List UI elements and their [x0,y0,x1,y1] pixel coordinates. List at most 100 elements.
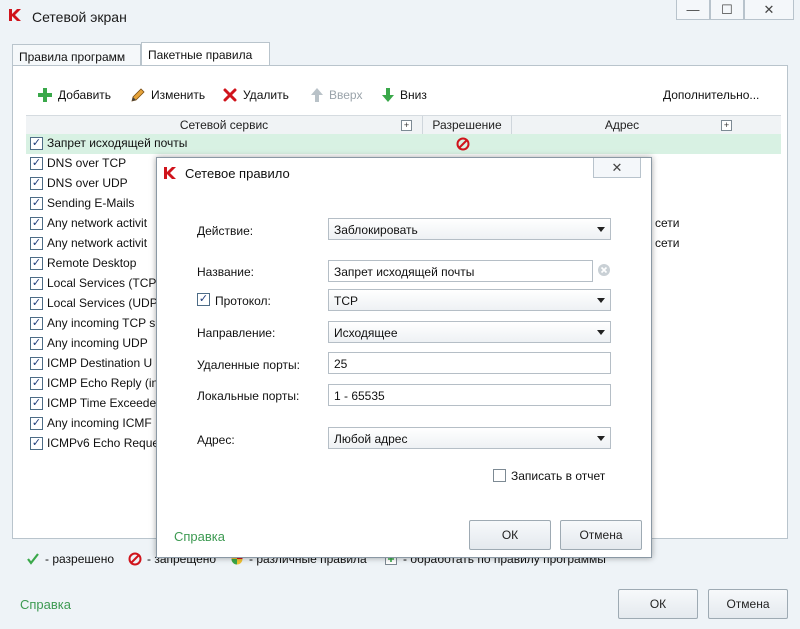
help-link[interactable]: Справка [20,597,71,612]
move-down-label: Вниз [400,88,427,102]
tab-program-rules[interactable]: Правила программ [12,44,141,66]
column-address[interactable]: Адрес [512,116,732,134]
row-label: Запрет исходящей почты [47,136,188,150]
row-label: Local Services (UDP [47,296,158,310]
protocol-value: TCP [334,294,358,308]
delete-button[interactable]: Удалить [222,86,289,104]
row-checkbox[interactable]: ✓ [30,317,43,330]
row-checkbox[interactable]: ✓ [30,297,43,310]
row-label: DNS over TCP [47,156,127,170]
protocol-checkbox[interactable]: ✓ [197,293,210,306]
row-checkbox[interactable]: ✓ [30,257,43,270]
close-icon: ✕ [763,1,775,17]
maximize-icon: ☐ [721,1,733,17]
dialog-close-button[interactable]: ✕ [593,158,641,178]
add-label: Добавить [58,88,112,102]
window-title: Сетевой экран [32,9,127,25]
expand-address-icon[interactable]: + [721,120,732,131]
maximize-button[interactable]: ☐ [710,0,744,20]
row-label: Any network activit [47,216,148,230]
action-value: Заблокировать [334,223,418,237]
minimize-button[interactable]: — [676,0,710,20]
clear-input-icon[interactable] [597,263,611,277]
pencil-icon [131,88,145,102]
row-label: Any incoming TCP s [47,316,156,330]
dialog-title: Сетевое правило [185,166,290,181]
log-checkbox[interactable] [493,469,506,482]
ok-button[interactable]: ОК [618,589,698,619]
row-label: Any incoming ICMF [47,416,152,430]
grid-header: Сетевой сервис + Разрешение Адрес + [26,115,781,135]
row-checkbox[interactable]: ✓ [30,417,43,430]
action-select[interactable]: Заблокировать [328,218,611,240]
row-address: сети [655,236,680,250]
add-button[interactable]: Добавить [37,86,111,104]
direction-select[interactable]: Исходящее [328,321,611,343]
dialog-cancel-button[interactable]: Отмена [560,520,642,550]
address-label: Адрес: [197,433,235,447]
dialog-help-link[interactable]: Справка [174,529,225,544]
kaspersky-logo-icon [9,9,21,21]
row-checkbox[interactable]: ✓ [30,217,43,230]
row-label: ICMP Destination U [47,356,153,370]
row-label: Remote Desktop [47,256,137,270]
edit-button[interactable]: Изменить [130,86,205,104]
row-label: ICMP Time Exceede [47,396,157,410]
column-permission[interactable]: Разрешение [423,116,511,134]
row-label: DNS over UDP [47,176,128,190]
remote-ports-input[interactable]: 25 [328,352,611,374]
column-service[interactable]: Сетевой сервис [26,116,422,134]
close-window-button[interactable]: ✕ [744,0,794,20]
row-checkbox[interactable]: ✓ [30,197,43,210]
arrow-down-icon [382,88,394,102]
row-checkbox[interactable]: ✓ [30,437,43,450]
protocol-select[interactable]: TCP [328,289,611,311]
plus-icon [38,88,52,102]
delete-x-icon [223,88,237,102]
protocol-label: Протокол: [215,294,271,308]
delete-label: Удалить [243,88,289,102]
arrow-up-icon [311,88,323,102]
close-icon: ✕ [611,159,623,175]
move-down-button[interactable]: Вниз [381,86,427,104]
expand-service-icon[interactable]: + [401,120,412,131]
row-label: Local Services (TCP) [47,276,161,290]
legend-allowed: - разрешено [26,552,114,566]
legend-allowed-label: - разрешено [45,552,114,566]
dialog-ok-button[interactable]: ОК [469,520,551,550]
row-checkbox[interactable]: ✓ [30,157,43,170]
local-ports-input[interactable]: 1 - 65535 [328,384,611,406]
direction-value: Исходящее [334,326,398,340]
move-up-button[interactable]: Вверх [310,86,362,104]
row-label: ICMP Echo Reply (in [47,376,159,390]
chevron-down-icon [597,330,605,335]
address-select[interactable]: Любой адрес [328,427,611,449]
row-checkbox[interactable]: ✓ [30,337,43,350]
table-row[interactable]: ✓ Запрет исходящей почты [26,134,781,154]
minimize-icon: — [686,2,700,17]
chevron-down-icon [597,298,605,303]
forbidden-icon [456,137,470,151]
chevron-down-icon [597,436,605,441]
edit-label: Изменить [151,88,206,102]
address-value: Любой адрес [334,432,408,446]
row-checkbox[interactable]: ✓ [30,237,43,250]
row-checkbox[interactable]: ✓ [30,277,43,290]
cancel-button[interactable]: Отмена [708,589,788,619]
row-checkbox[interactable]: ✓ [30,397,43,410]
row-label: Any network activit [47,236,148,250]
forbidden-icon [128,552,142,566]
row-checkbox[interactable]: ✓ [30,137,43,150]
remote-ports-label: Удаленные порты: [197,358,300,372]
log-label: Записать в отчет [511,469,606,483]
check-icon [27,553,39,565]
move-up-label: Вверх [329,88,363,102]
tab-packet-rules[interactable]: Пакетные правила [141,42,270,66]
row-checkbox[interactable]: ✓ [30,377,43,390]
network-rule-dialog: Сетевое правило ✕ Действие: Заблокироват… [156,157,652,558]
row-checkbox[interactable]: ✓ [30,177,43,190]
name-label: Название: [197,265,254,279]
row-checkbox[interactable]: ✓ [30,357,43,370]
more-button[interactable]: Дополнительно... [663,86,759,104]
name-input[interactable]: Запрет исходящей почты [328,260,593,282]
